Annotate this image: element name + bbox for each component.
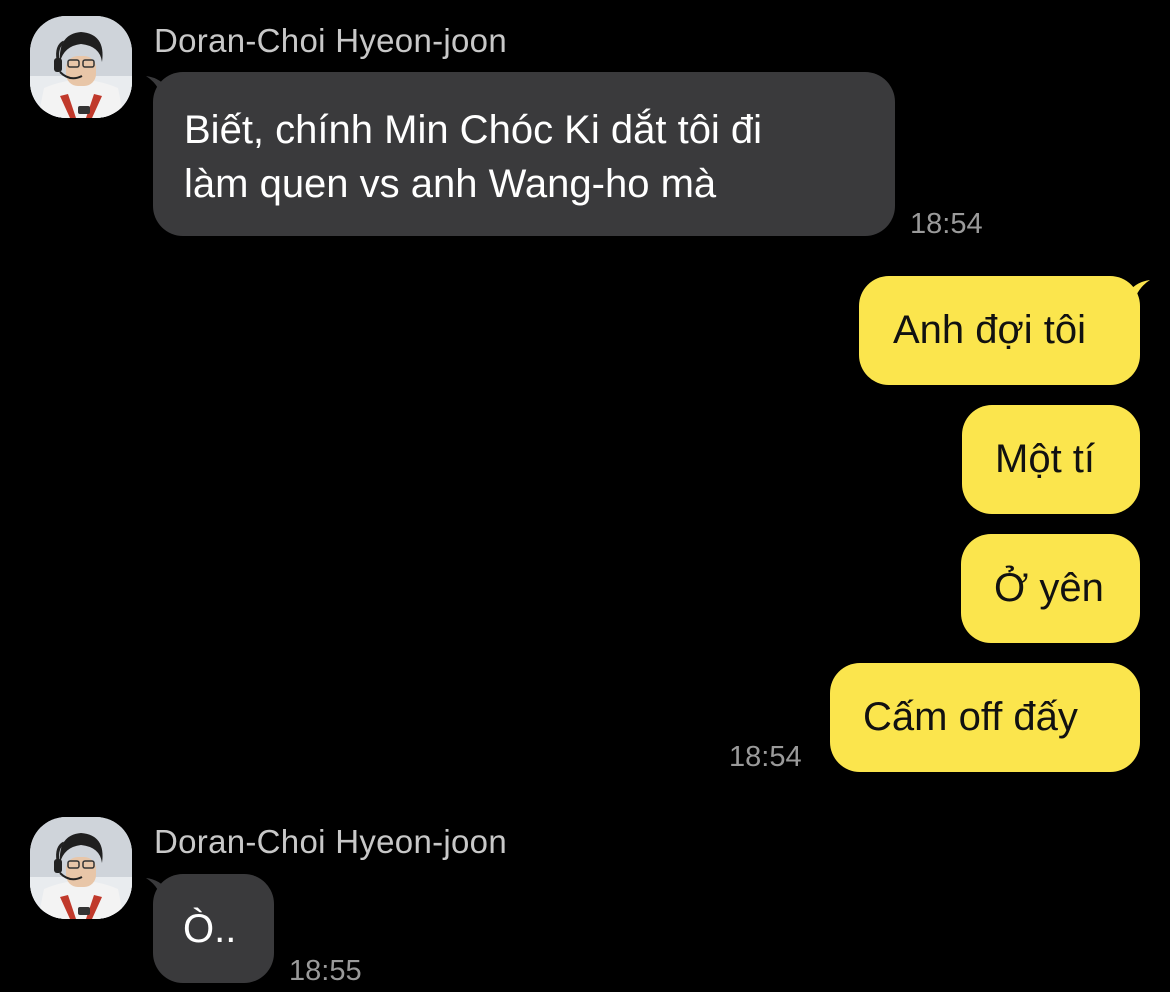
sender-name: Doran-Choi Hyeon-joon xyxy=(154,823,507,860)
sender-name: Doran-Choi Hyeon-joon xyxy=(154,22,507,59)
message-timestamp: 18:55 xyxy=(289,955,362,987)
message-text: Anh đợi tôi xyxy=(893,308,1087,352)
message-text-line: làm quen vs anh Wang-ho mà xyxy=(184,162,717,206)
message-bubble-outgoing[interactable]: Anh đợi tôi xyxy=(859,276,1140,385)
message-bubble-incoming[interactable]: Biết, chính Min Chóc Ki dắt tôi đi làm q… xyxy=(153,72,895,236)
message-text-line: Biết, chính Min Chóc Ki dắt tôi đi xyxy=(184,108,763,152)
message-text: Một tí xyxy=(995,437,1096,481)
message-bubble-outgoing[interactable]: Một tí xyxy=(962,405,1140,514)
message-bubble-outgoing[interactable]: Cấm off đấy xyxy=(830,663,1140,772)
message-timestamp: 18:54 xyxy=(729,741,802,773)
sender-avatar-icon[interactable] xyxy=(30,16,132,118)
message-text: Ở yên xyxy=(994,566,1104,610)
message-bubble-outgoing[interactable]: Ở yên xyxy=(961,534,1140,643)
message-timestamp: 18:54 xyxy=(910,208,983,240)
message-text: Cấm off đấy xyxy=(863,695,1078,739)
sender-avatar-icon[interactable] xyxy=(30,817,132,919)
message-bubble-incoming[interactable]: Ò.. xyxy=(153,874,274,983)
message-text: Ò.. xyxy=(183,907,237,951)
chat-view: Doran-Choi Hyeon-joon Biết, chính Min Ch… xyxy=(0,0,1170,992)
